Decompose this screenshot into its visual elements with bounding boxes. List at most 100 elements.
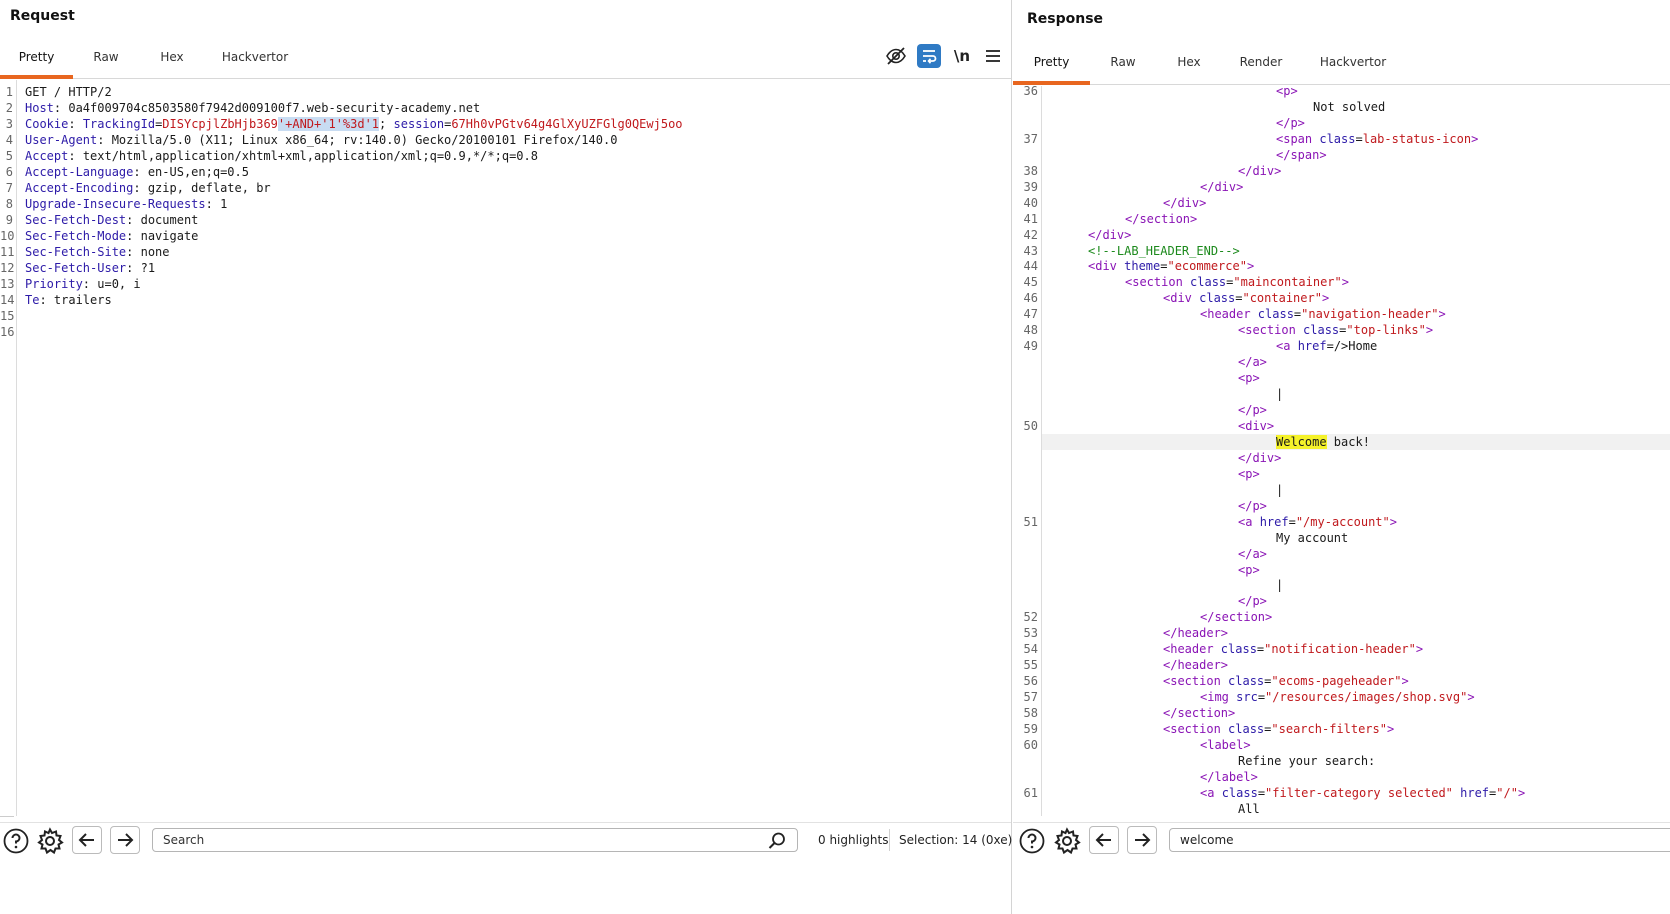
response-line: <!--LAB_HEADER_END--> <box>1088 243 1240 259</box>
html-text: | <box>1276 483 1284 497</box>
tab-hex[interactable]: Hex <box>150 44 194 78</box>
line-number: 54 <box>1023 642 1038 656</box>
html-tag: </p> <box>1276 116 1305 130</box>
tab-hackvertor[interactable]: Hackvertor <box>1313 50 1393 84</box>
header-name: User-Agent <box>25 133 98 147</box>
attribute-value: "navigation-header" <box>1301 307 1439 321</box>
line-number: 57 <box>1023 690 1038 704</box>
html-tag: > <box>1246 259 1255 273</box>
line-number: 41 <box>1023 212 1038 226</box>
eye-slash-icon[interactable] <box>884 44 908 68</box>
html-tag: <p> <box>1238 467 1260 481</box>
html-attribute: href <box>1460 786 1490 800</box>
response-line: Not solved <box>1313 99 1385 115</box>
response-line: </div> <box>1238 163 1281 179</box>
response-line: <span class=lab-status-icon> <box>1276 131 1478 147</box>
html-tag: </p> <box>1238 403 1267 417</box>
header-value: navigate <box>140 229 199 243</box>
html-attribute: href <box>1259 515 1289 529</box>
line-number: 36 <box>1023 86 1038 98</box>
cookie-value: DISYcpjlZbHjb369 <box>162 117 278 131</box>
response-line: <p> <box>1238 562 1260 578</box>
response-line: <div theme="ecommerce"> <box>1088 258 1254 274</box>
html-attribute: class <box>1190 275 1227 289</box>
help-icon[interactable] <box>2 827 30 855</box>
tab-hackvertor[interactable]: Hackvertor <box>216 44 294 78</box>
arrow-right-icon[interactable] <box>110 826 140 854</box>
gear-icon[interactable] <box>36 827 64 855</box>
response-editor[interactable]: 36 <p> Not solved </p> 37 <span class=lab-sta… <box>1013 86 1670 816</box>
response-line: <a href=/>Home <box>1276 338 1377 354</box>
line-number: 6 <box>5 165 13 179</box>
request-line: Host: 0a4f009704c8503580f7942d009100f7.w… <box>25 101 481 115</box>
line-number: 12 <box>0 261 15 275</box>
html-text: All <box>1238 802 1260 816</box>
arrow-right-icon[interactable] <box>1127 826 1157 854</box>
tab-raw[interactable]: Raw <box>1101 50 1145 84</box>
gear-icon[interactable] <box>1053 827 1081 855</box>
header-value: u=0, i <box>97 277 141 291</box>
response-line: Refine your search: <box>1238 753 1375 769</box>
selected-text: '+AND+'1'%3d'1 <box>277 117 380 131</box>
tab-pretty[interactable]: Pretty <box>1013 50 1090 85</box>
request-line: Accept: text/html,application/xhtml+xml,… <box>25 149 538 163</box>
tab-render[interactable]: Render <box>1233 50 1289 84</box>
html-tag: <p> <box>1238 371 1260 385</box>
request-line: Priority: u=0, i <box>25 277 141 291</box>
header-value: Mozilla/5.0 (X11; Linux x86_64; rv:140.0… <box>111 133 618 147</box>
response-line: </div> <box>1088 227 1131 243</box>
attribute-value: "/resources/images/shop.svg" <box>1265 690 1468 704</box>
selection-info: Selection: 14 (0xe) <box>899 833 1013 847</box>
html-tag: </div> <box>1238 451 1282 465</box>
html-attribute: class <box>1221 786 1258 800</box>
line-number: 39 <box>1023 180 1038 194</box>
response-search-input[interactable] <box>1169 828 1670 852</box>
line-number: 2 <box>5 101 13 115</box>
response-line: <p> <box>1238 466 1260 482</box>
html-attribute: class <box>1228 722 1265 736</box>
hamburger-menu-icon[interactable] <box>981 44 1005 68</box>
html-attribute: class <box>1319 132 1356 146</box>
line-number: 9 <box>5 213 13 227</box>
html-tag: </div> <box>1163 196 1207 210</box>
request-line: User-Agent: Mozilla/5.0 (X11; Linux x86_… <box>25 133 618 147</box>
request-line: Upgrade-Insecure-Requests: 1 <box>25 197 228 211</box>
cookie-value: 67Hh0vPGtv64g4GlXyUZFGlg0QEwj5oo <box>451 117 683 131</box>
request-search-input[interactable] <box>152 828 798 852</box>
response-line: <a class="filter-category selected" href… <box>1200 785 1525 801</box>
line-number: 46 <box>1023 291 1038 305</box>
tab-hex[interactable]: Hex <box>1167 50 1211 84</box>
tab-raw[interactable]: Raw <box>84 44 128 78</box>
arrow-left-icon[interactable] <box>1089 826 1119 854</box>
header-name: Sec-Fetch-User <box>25 261 127 275</box>
response-line: <p> <box>1276 86 1298 99</box>
newline-toggle[interactable]: \n <box>950 44 974 68</box>
html-attribute: theme <box>1124 259 1161 273</box>
html-tag: <section <box>1163 674 1229 688</box>
wrap-lines-icon[interactable] <box>917 44 941 68</box>
response-line: </span> <box>1276 147 1327 163</box>
html-tag: <img <box>1200 690 1237 704</box>
response-line: </a> <box>1238 546 1267 562</box>
html-attribute: src <box>1236 690 1258 704</box>
request-editor[interactable]: 1 GET / HTTP/2 2 Host: 0a4f009704c8503580f7… <box>0 80 1011 816</box>
html-tag: </section> <box>1125 212 1198 226</box>
html-tag: </a> <box>1238 547 1267 561</box>
response-line: Welcome back! <box>1276 434 1370 450</box>
html-tag: <header <box>1163 642 1221 656</box>
response-line: | <box>1276 482 1283 498</box>
magnifier-icon[interactable] <box>767 831 787 851</box>
help-icon[interactable] <box>1018 827 1046 855</box>
header-value: 0a4f009704c8503580f7942d009100f7.web-sec… <box>68 101 481 115</box>
html-tag: </a> <box>1238 355 1267 369</box>
tab-pretty[interactable]: Pretty <box>0 44 73 79</box>
arrow-left-icon[interactable] <box>72 826 102 854</box>
html-tag: </header> <box>1163 658 1229 672</box>
response-line: | <box>1276 386 1283 402</box>
html-tag: </section> <box>1200 610 1273 624</box>
cookie-separator: ; <box>379 117 387 131</box>
line-number: 15 <box>0 309 15 323</box>
header-value: trailers <box>53 293 112 307</box>
header-value: gzip, deflate, br <box>147 181 271 195</box>
header-value: en-US,en;q=0.5 <box>147 165 249 179</box>
